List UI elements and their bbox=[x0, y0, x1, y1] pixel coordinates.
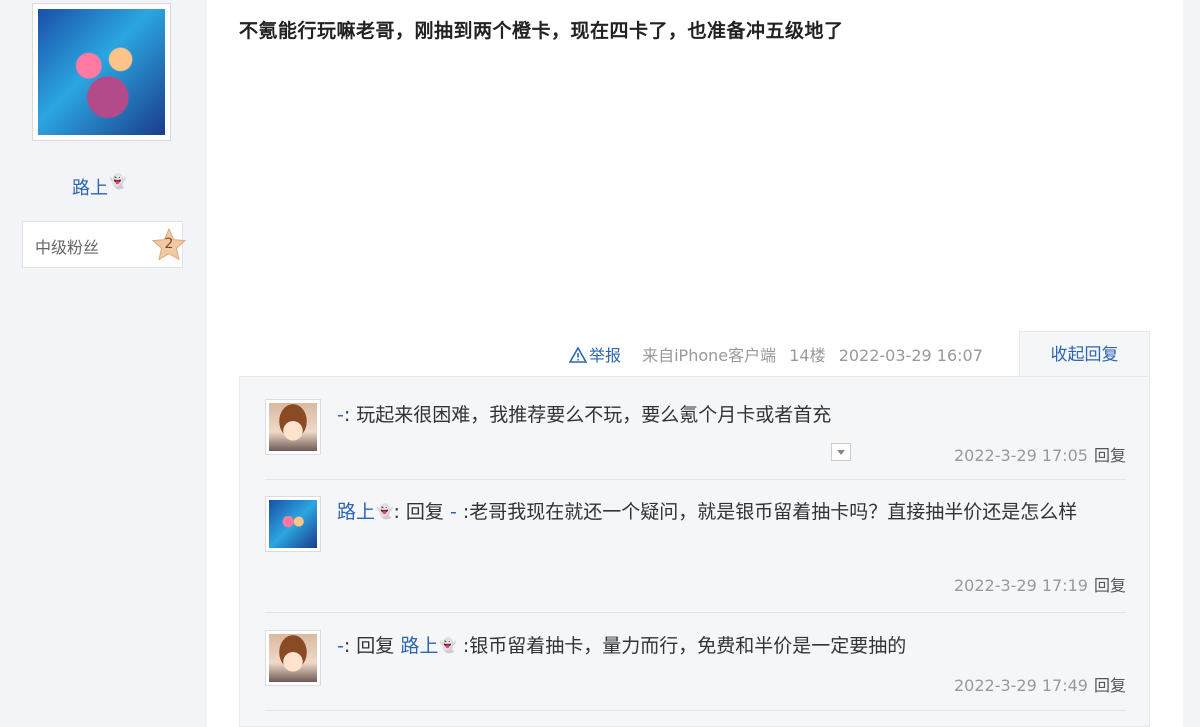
reply-text: :银币留着抽卡，量力而行，免费和半价是一定要抽的 bbox=[456, 635, 907, 657]
warning-icon bbox=[569, 347, 587, 363]
reply-text: :老哥我现在就还一个疑问，就是银币留着抽卡吗？直接抽半价还是怎么样 bbox=[456, 501, 1078, 523]
reply-footer: 2022-3-29 17:49 回复 bbox=[954, 672, 1126, 696]
reply-user-link[interactable]: 路上 bbox=[337, 501, 375, 523]
collapse-replies-button[interactable]: 收起回复 bbox=[1019, 331, 1150, 377]
reply-time: 2022-3-29 17:05 bbox=[953, 446, 1088, 465]
ghost-icon: 👻 bbox=[376, 504, 394, 520]
ghost-icon: 👻 bbox=[109, 174, 127, 190]
reply-to-user-link[interactable]: 路上 bbox=[400, 635, 438, 657]
author-avatar[interactable] bbox=[32, 3, 171, 141]
chevron-down-icon[interactable] bbox=[831, 443, 851, 461]
report-label: 举报 bbox=[589, 346, 622, 365]
post-floor: 14楼 bbox=[789, 346, 826, 365]
author-name: 路上 bbox=[72, 178, 108, 199]
divider bbox=[265, 612, 1126, 613]
list-item: 路上👻: 回复 - :老哥我现在就还一个疑问，就是银币留着抽卡吗？直接抽半价还是… bbox=[265, 496, 1126, 601]
post-meta: 举报 来自iPhone客户端 14楼 2022-03-29 16:07 bbox=[569, 342, 991, 366]
reply-user-link[interactable]: - bbox=[337, 635, 344, 657]
reply-time: 2022-3-29 17:19 bbox=[953, 576, 1088, 595]
author-avatar-image bbox=[38, 9, 165, 135]
divider bbox=[265, 710, 1126, 711]
reply-button[interactable]: 回复 bbox=[1094, 446, 1126, 465]
reply-footer: 2022-3-29 17:19 回复 bbox=[954, 572, 1126, 596]
level-number: 2 bbox=[164, 236, 174, 252]
reply-button[interactable]: 回复 bbox=[1094, 676, 1126, 695]
reply-to-user-link[interactable]: - bbox=[450, 501, 457, 523]
reply-user-link[interactable]: - bbox=[337, 404, 344, 426]
author-sidebar: 路上👻 中级粉丝 2 bbox=[0, 0, 207, 727]
divider bbox=[265, 479, 1126, 480]
reply-to-prefix: : 回复 bbox=[343, 635, 401, 657]
reply-text-line: 路上👻: 回复 - :老哥我现在就还一个疑问，就是银币留着抽卡吗？直接抽半价还是… bbox=[337, 496, 1117, 529]
avatar[interactable] bbox=[265, 630, 321, 686]
post-main: 不氪能行玩嘛老哥，刚抽到两个橙卡，现在四卡了，也准备冲五级地了 举报 来自iPh… bbox=[207, 0, 1183, 727]
post-source: 来自iPhone客户端 bbox=[642, 346, 777, 365]
level-name: 中级粉丝 bbox=[35, 238, 100, 257]
reply-time: 2022-3-29 17:49 bbox=[953, 676, 1088, 695]
reply-to-prefix: : 回复 bbox=[393, 501, 450, 523]
author-name-link[interactable]: 路上👻 bbox=[72, 174, 126, 200]
report-link[interactable]: 举报 bbox=[569, 346, 634, 365]
right-margin bbox=[1183, 0, 1200, 727]
ghost-icon: 👻 bbox=[439, 638, 457, 654]
avatar[interactable] bbox=[265, 399, 321, 455]
list-item: -: 回复 路上👻 :银币留着抽卡，量力而行，免费和半价是一定要抽的 2022-… bbox=[265, 630, 1126, 700]
star-icon: 2 bbox=[151, 227, 187, 263]
reply-text-line: -: 回复 路上👻 :银币留着抽卡，量力而行，免费和半价是一定要抽的 bbox=[337, 630, 1117, 663]
avatar[interactable] bbox=[265, 496, 321, 552]
reply-list: -: 玩起来很困难，我推荐要么不玩，要么氪个月卡或者首充 2022-3-29 1… bbox=[239, 376, 1150, 727]
reply-text: : 玩起来很困难，我推荐要么不玩，要么氪个月卡或者首充 bbox=[343, 404, 832, 426]
list-item: -: 玩起来很困难，我推荐要么不玩，要么氪个月卡或者首充 2022-3-29 1… bbox=[265, 399, 1126, 474]
level-badge[interactable]: 中级粉丝 2 bbox=[22, 221, 187, 268]
post-content: 不氪能行玩嘛老哥，刚抽到两个橙卡，现在四卡了，也准备冲五级地了 bbox=[239, 20, 844, 42]
post-time: 2022-03-29 16:07 bbox=[838, 346, 983, 365]
reply-text-line: -: 玩起来很困难，我推荐要么不玩，要么氪个月卡或者首充 bbox=[337, 399, 1117, 432]
reply-button[interactable]: 回复 bbox=[1094, 576, 1126, 595]
reply-footer: 2022-3-29 17:05 回复 bbox=[954, 442, 1126, 466]
